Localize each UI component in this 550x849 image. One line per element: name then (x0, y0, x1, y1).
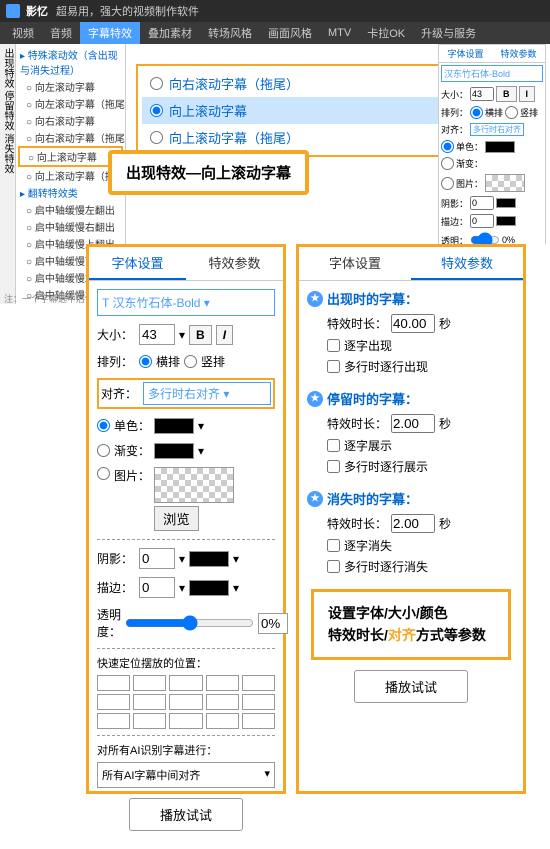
menu-3[interactable]: 叠加素材 (140, 22, 200, 44)
tab-effect-params-l[interactable]: 特效参数 (186, 247, 283, 280)
pos-cell[interactable] (169, 713, 202, 729)
pos-cell[interactable] (97, 675, 130, 691)
tab-font-settings-r[interactable]: 字体设置 (299, 247, 411, 280)
dropdown-icon[interactable]: ▾ (198, 419, 204, 433)
image-preview (154, 467, 234, 503)
star-icon: ★ (307, 491, 323, 507)
titlebar: 影忆 超易用，强大的视频制作软件 (0, 0, 550, 22)
main-panels: 字体设置 特效参数 T 汉东竹石体-Bold ▾ 大小： ▾ B I 排列： 横… (86, 244, 546, 794)
menu-4[interactable]: 转场风格 (200, 22, 260, 44)
pos-cell[interactable] (169, 694, 202, 710)
gradient-swatch[interactable] (154, 443, 194, 459)
sidebar-left: 出现特效 停留特效 消失特效 (0, 44, 16, 304)
pos-cell[interactable] (206, 694, 239, 710)
italic-button[interactable]: I (216, 325, 233, 345)
cb-line-stay[interactable] (327, 460, 340, 473)
mini-italic[interactable]: I (519, 86, 536, 102)
pos-cell[interactable] (206, 675, 239, 691)
tab-effect-params[interactable]: 特效参数 (411, 247, 523, 280)
star-icon: ★ (307, 391, 323, 407)
app-logo (6, 4, 20, 18)
stroke-color[interactable] (189, 580, 229, 596)
pos-cell[interactable] (242, 675, 275, 691)
app-slogan: 超易用，强大的视频制作软件 (56, 3, 199, 19)
opacity-value[interactable] (258, 613, 288, 634)
cb-char-disappear[interactable] (327, 539, 340, 552)
tooltip-callout: 出现特效—向上滚动字幕 (108, 150, 309, 195)
radio-gradient[interactable] (97, 444, 110, 457)
font-settings-panel: 字体设置 特效参数 T 汉东竹石体-Bold ▾ 大小： ▾ B I 排列： 横… (86, 244, 286, 794)
effect-params-panel: 字体设置 特效参数 ★出现时的字幕： 特效时长：秒 逐字出现 多行时逐行出现 ★… (296, 244, 526, 794)
menubar: 视频音频字幕特效叠加素材转场风格画面风格MTV卡拉OK升级与服务 (0, 22, 550, 44)
pos-cell[interactable] (133, 713, 166, 729)
radio-image[interactable] (97, 467, 110, 480)
cb-char-appear[interactable] (327, 339, 340, 352)
hint-callout: 设置字体/大小/颜色 特效时长/对齐方式等参数 (311, 589, 511, 660)
menu-1[interactable]: 音频 (42, 22, 80, 44)
menu-2[interactable]: 字幕特效 (80, 22, 140, 44)
tree-item[interactable]: ○ 向右滚动字幕 (18, 112, 123, 129)
size-input[interactable] (139, 324, 175, 345)
menu-6[interactable]: MTV (320, 24, 359, 42)
duration-disappear[interactable] (391, 514, 435, 533)
duration-appear[interactable] (391, 314, 435, 333)
pos-cell[interactable] (97, 713, 130, 729)
mini-align[interactable]: 多行时右对齐 (470, 123, 524, 136)
star-icon: ★ (307, 291, 323, 307)
duration-stay[interactable] (391, 414, 435, 433)
mini-size[interactable] (470, 87, 494, 101)
font-select[interactable]: T 汉东竹石体-Bold ▾ (97, 289, 275, 316)
shadow-color[interactable] (189, 551, 229, 567)
app-name: 影忆 (26, 3, 48, 19)
cb-line-disappear[interactable] (327, 560, 340, 573)
pos-cell[interactable] (169, 675, 202, 691)
bold-button[interactable]: B (189, 325, 212, 345)
mini-bold[interactable]: B (496, 86, 517, 102)
align-select[interactable]: 多行时右对齐 ▾ (143, 382, 271, 405)
play-button-left[interactable]: 播放试试 (129, 798, 243, 831)
cb-line-appear[interactable] (327, 360, 340, 373)
size-spinner[interactable]: ▾ (179, 328, 185, 342)
radio-vertical[interactable] (184, 355, 197, 368)
mini-color[interactable] (485, 141, 515, 153)
play-button-right[interactable]: 播放试试 (354, 670, 468, 703)
menu-7[interactable]: 卡拉OK (359, 22, 413, 44)
pos-cell[interactable] (133, 694, 166, 710)
tree-item[interactable]: ○ 启中轴缓慢左翻出 (18, 201, 123, 218)
cb-char-stay[interactable] (327, 439, 340, 452)
stroke-input[interactable] (139, 577, 175, 598)
tree-item[interactable]: ○ 向左滚动字幕 (18, 78, 123, 95)
shadow-input[interactable] (139, 548, 175, 569)
tab-font-settings[interactable]: 字体设置 (89, 247, 186, 280)
pos-cell[interactable] (242, 694, 275, 710)
position-grid (97, 675, 275, 729)
pos-cell[interactable] (133, 675, 166, 691)
radio-horizontal[interactable] (139, 355, 152, 368)
pos-cell[interactable] (242, 713, 275, 729)
color-swatch[interactable] (154, 418, 194, 434)
menu-5[interactable]: 画面风格 (260, 22, 320, 44)
tree-item[interactable]: ○ 向右滚动字幕（拖尾） (18, 129, 123, 146)
browse-button[interactable]: 浏览 (154, 506, 199, 531)
menu-0[interactable]: 视频 (4, 22, 42, 44)
tree-item[interactable]: ○ 启中轴缓慢右翻出 (18, 218, 123, 235)
mini-tab-font[interactable]: 字体设置 (439, 45, 492, 62)
tree-item[interactable]: ○ 向左滚动字幕（拖尾） (18, 95, 123, 112)
pos-cell[interactable] (206, 713, 239, 729)
mini-tab-effect[interactable]: 特效参数 (492, 45, 545, 62)
mini-h[interactable] (470, 106, 483, 119)
pos-cell[interactable] (97, 694, 130, 710)
mini-v[interactable] (505, 106, 518, 119)
ai-align-select[interactable]: 所有AI字幕中间对齐▾ (97, 762, 275, 788)
opacity-slider[interactable] (125, 615, 254, 631)
radio-solid[interactable] (97, 419, 110, 432)
menu-8[interactable]: 升级与服务 (413, 22, 484, 44)
mini-font-select[interactable]: 汉东竹石体-Bold (441, 65, 543, 82)
